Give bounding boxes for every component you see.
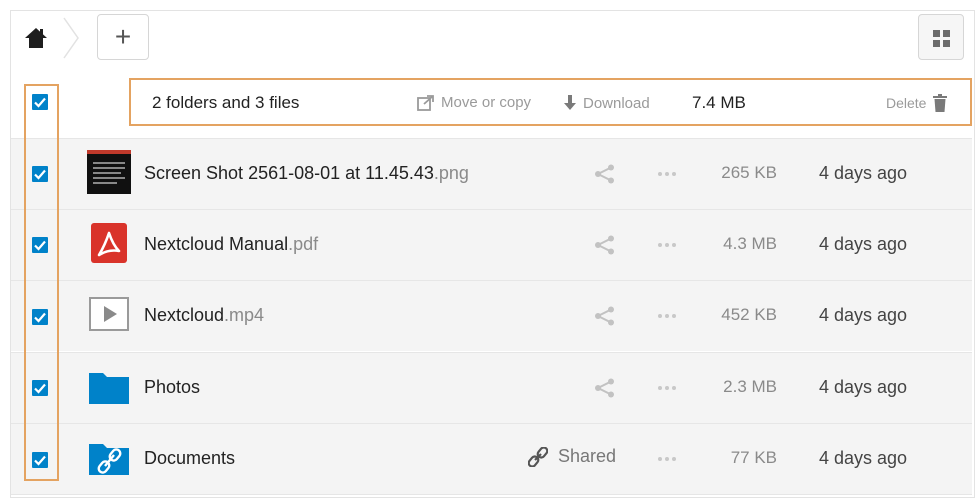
more-actions-icon[interactable] <box>657 456 677 462</box>
pdf-icon <box>91 223 127 263</box>
shared-indicator[interactable]: Shared <box>528 446 616 467</box>
selection-actions-bar: 2 folders and 3 files Move or copy Downl… <box>129 78 972 126</box>
file-name[interactable]: Photos <box>144 377 200 398</box>
download-button[interactable]: Download <box>563 94 650 112</box>
share-icon[interactable] <box>594 235 616 255</box>
file-row-manual[interactable]: Nextcloud Manual.pdf 4.3 MB 4 days ago <box>11 209 972 280</box>
download-label: Download <box>583 94 650 112</box>
new-file-button[interactable]: + <box>97 14 149 60</box>
checkmark-icon <box>34 455 46 466</box>
row-checkbox[interactable] <box>32 380 48 396</box>
select-all-checkbox[interactable] <box>32 94 48 110</box>
checkmark-icon <box>34 240 46 251</box>
grid-view-toggle-button[interactable] <box>918 14 964 60</box>
delete-label: Delete <box>886 95 927 111</box>
video-icon <box>89 297 129 331</box>
file-name[interactable]: Nextcloud.mp4 <box>144 305 264 326</box>
move-or-copy-label: Move or copy <box>441 94 532 111</box>
external-move-icon <box>417 94 434 111</box>
file-size: 4.3 MB <box>723 234 777 253</box>
plus-icon: + <box>114 21 132 52</box>
file-name[interactable]: Screen Shot 2561-08-01 at 11.45.43.png <box>144 163 469 184</box>
share-icon[interactable] <box>594 306 616 326</box>
checkmark-icon <box>34 97 46 108</box>
more-actions-icon[interactable] <box>657 313 677 319</box>
share-icon[interactable] <box>594 378 616 398</box>
shared-folder-icon <box>89 444 129 475</box>
file-name[interactable]: Nextcloud Manual.pdf <box>144 234 318 255</box>
checkmark-icon <box>34 312 46 323</box>
home-icon[interactable] <box>24 27 48 49</box>
file-row-video[interactable]: Nextcloud.mp4 452 KB 4 days ago <box>11 280 972 351</box>
selection-summary: 2 folders and 3 files <box>152 93 300 112</box>
file-size: 265 KB <box>721 163 777 182</box>
row-checkbox[interactable] <box>32 452 48 468</box>
row-checkbox[interactable] <box>32 237 48 253</box>
trash-icon <box>933 94 948 112</box>
file-row-photos-folder[interactable]: Photos 2.3 MB 4 days ago <box>11 352 972 423</box>
folder-icon <box>89 373 129 404</box>
share-icon[interactable] <box>594 164 616 184</box>
file-row-documents-folder[interactable]: Documents Shared 77 KB 4 days ago <box>11 423 972 495</box>
file-modified: 4 days ago <box>819 234 908 254</box>
row-checkbox[interactable] <box>32 309 48 325</box>
file-modified: 4 days ago <box>819 377 908 397</box>
breadcrumb-separator-icon <box>63 17 79 59</box>
shared-label: Shared <box>558 446 617 466</box>
row-checkbox[interactable] <box>32 166 48 182</box>
file-modified: 4 days ago <box>819 163 908 183</box>
file-name[interactable]: Documents <box>144 448 235 469</box>
delete-button[interactable]: Delete <box>886 94 948 112</box>
more-actions-icon[interactable] <box>657 171 677 177</box>
more-actions-icon[interactable] <box>657 385 677 391</box>
selection-total-size: 7.4 MB <box>692 93 746 112</box>
file-size: 2.3 MB <box>723 377 777 396</box>
link-icon <box>528 446 548 467</box>
checkmark-icon <box>34 383 46 394</box>
file-row-screenshot[interactable]: Screen Shot 2561-08-01 at 11.45.43.png 2… <box>11 138 972 209</box>
image-thumbnail <box>87 150 131 194</box>
file-modified: 4 days ago <box>819 448 908 468</box>
more-actions-icon[interactable] <box>657 242 677 248</box>
file-size: 452 KB <box>721 305 777 324</box>
file-modified: 4 days ago <box>819 305 908 325</box>
checkmark-icon <box>34 169 46 180</box>
file-size: 77 KB <box>730 448 777 467</box>
download-icon <box>564 95 576 110</box>
move-or-copy-button[interactable]: Move or copy <box>417 94 531 111</box>
